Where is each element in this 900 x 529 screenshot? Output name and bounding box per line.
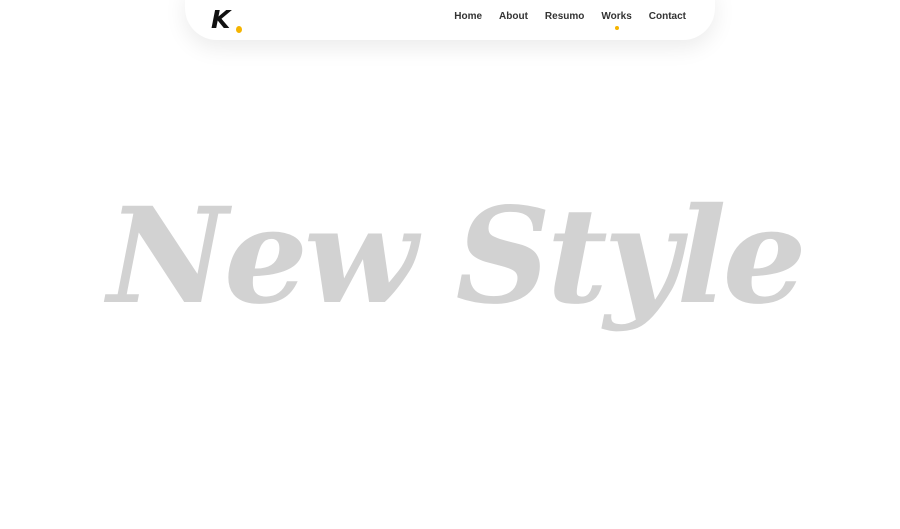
nav-link-home[interactable]: Home	[454, 11, 482, 23]
nav-link-about[interactable]: About	[499, 11, 528, 23]
nav-item-about: About	[499, 0, 528, 34]
nav-item-works: Works	[601, 0, 632, 34]
nav-menu: Home About Resumo Works Contact	[454, 0, 686, 34]
nav-item-contact: Contact	[649, 0, 686, 34]
nav-item-home: Home	[454, 0, 482, 34]
nav-link-resumo[interactable]: Resumo	[545, 11, 584, 23]
logo-letter: K	[211, 5, 230, 34]
nav-link-works[interactable]: Works	[601, 11, 631, 23]
hero-title: New Style	[107, 179, 806, 334]
logo[interactable]: K	[211, 5, 245, 35]
page: K Home About Resumo Works Contact New St…	[0, 0, 900, 529]
nav-link-contact[interactable]: Contact	[649, 11, 686, 23]
logo-accent-dot-icon	[236, 26, 242, 33]
nav-item-resumo: Resumo	[545, 0, 584, 34]
top-navigation: K Home About Resumo Works Contact	[185, 0, 715, 40]
active-indicator-dot-icon	[614, 26, 619, 30]
